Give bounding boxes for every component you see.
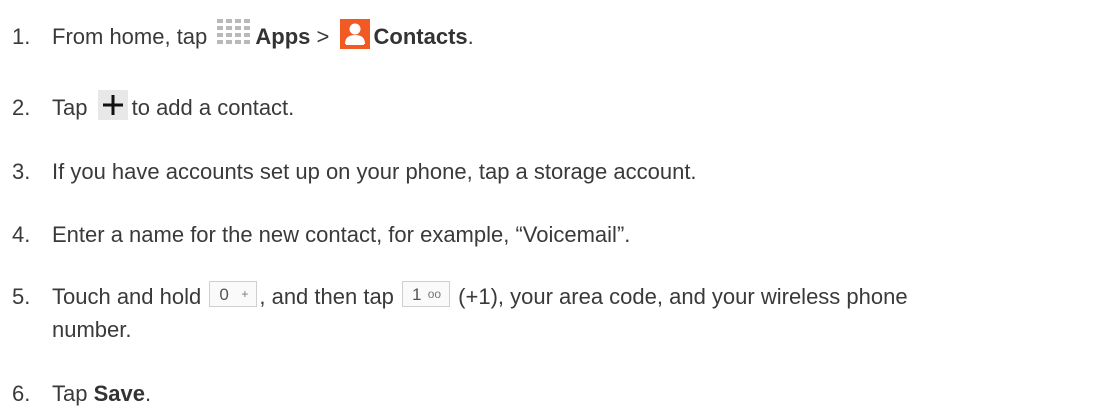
step-5-continued: number. (52, 316, 132, 344)
step-text: Tap (52, 95, 88, 120)
step-text: Enter a name for the new contact, for ex… (52, 222, 631, 247)
step-text: , and then tap (259, 284, 394, 309)
step-text: If you have accounts set up on your phon… (52, 159, 697, 184)
step-2: 2. Tap to add a contact. (12, 90, 295, 124)
key-zero-sub: + (241, 287, 249, 302)
step-4: 4. Enter a name for the new contact, for … (12, 221, 630, 249)
step-text: Tap (52, 381, 88, 406)
step-3: 3. If you have accounts set up on your ph… (12, 158, 697, 186)
step-number: 5. (12, 284, 31, 309)
step-number: 2. (12, 95, 31, 120)
key-one-label: 1 (412, 285, 422, 305)
contacts-label: Contacts (373, 24, 468, 49)
apps-label: Apps (255, 24, 311, 49)
step-text: From home, tap (52, 24, 208, 49)
separator: > (316, 24, 330, 49)
save-label: Save (93, 381, 145, 406)
step-number: 4. (12, 222, 31, 247)
key-one-icon: 1 oo (402, 281, 451, 308)
contacts-person-icon (339, 19, 370, 50)
step-text: Touch and hold (52, 284, 202, 309)
step-number: 1. (12, 24, 31, 49)
step-text: number. (52, 317, 132, 342)
step-text: to add a contact. (131, 95, 295, 120)
step-6: 6. Tap Save. (12, 380, 151, 408)
period: . (467, 24, 474, 49)
plus-icon (97, 90, 128, 121)
key-one-sub: oo (427, 287, 442, 302)
step-5: 5. Touch and hold 0 +, and then tap 1 oo (+… (12, 281, 908, 311)
step-text: (+1), your area code, and your wireless … (458, 284, 908, 309)
period: . (145, 381, 152, 406)
key-zero-icon: 0 + (209, 281, 258, 308)
step-1: 1. From home, tap Apps > Contacts. (12, 19, 474, 53)
step-number: 6. (12, 381, 31, 406)
step-number: 3. (12, 159, 31, 184)
key-zero-label: 0 (219, 285, 229, 305)
apps-grid-icon (217, 19, 251, 45)
